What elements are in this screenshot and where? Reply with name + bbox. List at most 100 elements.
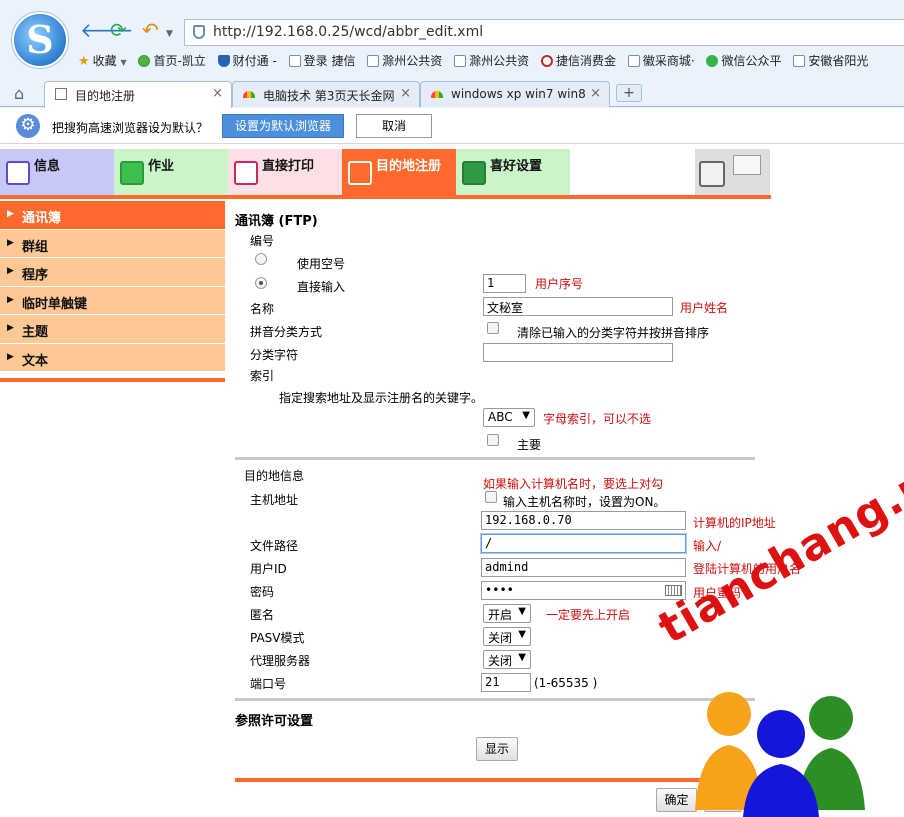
- category-input[interactable]: [483, 343, 673, 362]
- pasv-select[interactable]: 关闭 ▼: [483, 627, 531, 646]
- number-label: 编号: [250, 234, 275, 248]
- bookmark-favorites[interactable]: ★ 收藏 ▼: [78, 52, 127, 69]
- number-input[interactable]: 1: [483, 274, 526, 293]
- print-icon: [234, 161, 258, 185]
- home-icon[interactable]: ⌂: [14, 84, 24, 103]
- host-name-checkbox[interactable]: [485, 491, 497, 503]
- bookmark-item[interactable]: 安徽省阳光: [793, 52, 868, 69]
- bookmark-item[interactable]: 首页-凯立: [138, 52, 206, 69]
- bookmark-item[interactable]: 捷信消费金: [540, 52, 616, 69]
- bookmark-item[interactable]: 徽采商城·: [627, 52, 695, 69]
- settings-box-icon[interactable]: [699, 161, 725, 187]
- address-card-icon: [348, 161, 372, 185]
- sidebar-item-group[interactable]: 群组: [0, 229, 225, 258]
- sidebar-item-temp-one-touch[interactable]: 临时单触键: [0, 286, 225, 315]
- password-label: 密码: [250, 585, 275, 599]
- name-note: 用户姓名: [680, 301, 729, 315]
- index-select[interactable]: ABC ▼: [483, 408, 535, 427]
- main-checkbox[interactable]: [487, 434, 499, 446]
- notice-message: 把搜狗高速浏览器设为默认？: [52, 121, 209, 135]
- security-shield-icon: [193, 25, 205, 39]
- main-checkbox-label: 主要: [517, 438, 542, 452]
- tab-tech[interactable]: 电脑技术 第3页天长金网 ×: [232, 81, 420, 107]
- header-divider: [0, 195, 771, 199]
- module-tab-job[interactable]: 作业: [114, 149, 228, 195]
- radio-use-empty-label: 使用空号: [297, 257, 346, 271]
- number-note: 用户序号: [535, 277, 584, 291]
- undo-icon[interactable]: ↶: [142, 20, 159, 40]
- module-tab-direct-print[interactable]: 直接打印: [228, 149, 342, 195]
- notice-cancel-button[interactable]: 取消: [356, 114, 432, 138]
- bookmarks-bar: ★ 收藏 ▼ 首页-凯立 财付通 - 登录 捷信 滁州公共资 滁州公共资 捷信消费…: [78, 52, 904, 74]
- watermark-figures-icon: [695, 692, 865, 817]
- site-icon: [243, 91, 255, 98]
- page-icon: [627, 55, 640, 67]
- shield-icon: [217, 55, 230, 67]
- sidebar-item-address-book[interactable]: 通讯簿: [0, 201, 225, 230]
- close-tab-icon[interactable]: ×: [212, 86, 223, 101]
- chevron-down-icon: ▼: [518, 606, 526, 617]
- index-description: 指定搜索地址及显示注册名的关键字。: [279, 391, 484, 405]
- new-tab-icon[interactable]: +: [616, 84, 642, 102]
- sidebar-item-program[interactable]: 程序: [0, 258, 225, 287]
- tab-destination-register[interactable]: 目的地注册 ×: [44, 81, 232, 108]
- port-label: 端口号: [250, 677, 287, 691]
- close-tab-icon[interactable]: ×: [590, 86, 601, 101]
- page-icon: [55, 88, 67, 100]
- user-settings-icon: [462, 161, 486, 185]
- pinyin-label: 拼音分类方式: [250, 325, 323, 339]
- module-tab-info[interactable]: 信息: [0, 149, 114, 195]
- address-text: http://192.168.0.25/wcd/abbr_edit.xml: [213, 24, 484, 40]
- name-input[interactable]: 文秘室: [483, 297, 673, 316]
- close-tab-icon[interactable]: ×: [400, 86, 411, 101]
- tab-strip: ⌂ 目的地注册 × 电脑技术 第3页天长金网 × windows xp win7…: [0, 80, 904, 108]
- refresh-icon[interactable]: ⟳: [110, 20, 127, 40]
- bookmark-item[interactable]: 滁州公共资: [454, 52, 529, 69]
- browser-chrome: S 🡐 ⟳ ↶ ▼ http://192.168.0.25/wcd/abbr_e…: [0, 0, 904, 144]
- bookmark-item[interactable]: 滁州公共资: [367, 52, 442, 69]
- port-input[interactable]: 21: [481, 673, 531, 692]
- name-label: 名称: [250, 302, 275, 316]
- bookmark-item[interactable]: 微信公众平: [706, 52, 782, 69]
- userid-label: 用户ID: [250, 562, 287, 576]
- page-icon: [454, 55, 467, 67]
- file-path-input[interactable]: /: [481, 534, 686, 553]
- host-address-input[interactable]: 192.168.0.70: [481, 511, 686, 530]
- pinyin-checkbox[interactable]: [487, 322, 499, 334]
- wechat-icon: [706, 55, 719, 67]
- module-tab-preferences[interactable]: 喜好设置: [456, 149, 570, 195]
- dest-note: 如果输入计算机名时，要选上对勾: [483, 477, 664, 491]
- sidebar-item-subject[interactable]: 主题: [0, 315, 225, 344]
- anonymous-label: 匿名: [250, 608, 275, 622]
- sidebar-divider: [0, 378, 225, 382]
- set-default-button[interactable]: 设置为默认浏览器: [222, 114, 344, 138]
- show-button[interactable]: 显示: [476, 737, 518, 761]
- module-tab-destination[interactable]: 目的地注册: [342, 149, 456, 195]
- pinyin-checkbox-label: 清除已输入的分类字符并按拼音排序: [517, 326, 710, 340]
- index-label: 索引: [250, 369, 275, 383]
- display-panel-icon[interactable]: [733, 155, 761, 175]
- page-icon: [367, 55, 380, 67]
- pasv-label: PASV模式: [250, 631, 305, 645]
- system-icons: [695, 149, 770, 195]
- radio-direct-input-label: 直接输入: [297, 280, 346, 294]
- sidebar: 通讯簿 群组 程序 临时单触键 主题 文本: [0, 201, 225, 372]
- site-icon: [431, 91, 443, 98]
- anonymous-select[interactable]: 开启 ▼: [483, 604, 531, 623]
- address-bar[interactable]: http://192.168.0.25/wcd/abbr_edit.xml: [184, 19, 904, 46]
- radio-direct-input[interactable]: [255, 277, 267, 289]
- password-input[interactable]: ••••: [481, 581, 686, 600]
- bookmark-item[interactable]: 财付通 -: [217, 52, 277, 69]
- path-note: 输入/: [693, 539, 722, 553]
- tab-windows[interactable]: windows xp win7 win8 ×: [420, 81, 610, 107]
- proxy-select[interactable]: 关闭 ▼: [483, 650, 531, 669]
- radio-use-empty[interactable]: [255, 253, 267, 265]
- host-label: 主机地址: [250, 493, 299, 507]
- undo-dropdown-icon[interactable]: ▼: [166, 24, 173, 44]
- gear-icon: ⚙: [16, 114, 40, 138]
- bookmark-item[interactable]: 登录 捷信: [288, 52, 355, 69]
- site-icon: [540, 55, 553, 67]
- sidebar-item-text[interactable]: 文本: [0, 343, 225, 372]
- user-id-input[interactable]: admind: [481, 558, 686, 577]
- chevron-down-icon: ▼: [518, 629, 526, 640]
